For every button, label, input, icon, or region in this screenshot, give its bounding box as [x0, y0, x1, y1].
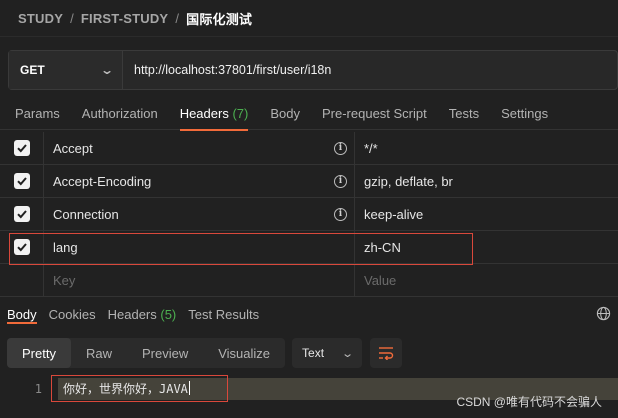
header-value[interactable]: gzip, deflate, br [355, 165, 618, 197]
new-header-value-input[interactable]: Value [355, 264, 618, 296]
header-key[interactable]: lang [53, 240, 78, 255]
check-icon [16, 210, 27, 219]
chevron-down-icon: ⌄ [340, 347, 354, 360]
breadcrumb: STUDY / FIRST-STUDY / 国际化测试 [18, 9, 252, 27]
text-caret [188, 381, 190, 395]
method-select[interactable]: GET ⌄ [9, 51, 123, 89]
header-value[interactable]: */* [355, 132, 618, 164]
wrap-lines-icon [379, 347, 394, 360]
info-icon[interactable]: i [334, 174, 347, 188]
info-icon[interactable]: i [334, 141, 347, 155]
header-value[interactable]: keep-alive [355, 198, 618, 230]
wrap-lines-button[interactable] [370, 338, 403, 368]
breadcrumb-request[interactable]: 国际化测试 [186, 9, 252, 28]
view-raw-button[interactable]: Raw [71, 338, 127, 368]
check-icon [16, 243, 27, 252]
header-value[interactable]: zh-CN [355, 231, 618, 263]
response-view-bar: Pretty Raw Preview Visualize Text ⌄ [7, 338, 403, 368]
tab-settings[interactable]: Settings [490, 98, 559, 130]
line-number: 1 [34, 382, 42, 396]
request-bar: GET ⌄ http://localhost:37801/first/user/… [8, 50, 618, 90]
tab-headers[interactable]: Headers (7) [169, 98, 260, 131]
tab-tests[interactable]: Tests [438, 98, 490, 130]
new-header-key-input[interactable]: Key [44, 264, 355, 296]
table-row: Accept-Encoding i gzip, deflate, br [0, 165, 618, 198]
tab-authorization[interactable]: Authorization [71, 98, 169, 130]
view-preview-button[interactable]: Preview [127, 338, 203, 368]
tab-body[interactable]: Body [259, 98, 311, 130]
check-icon [16, 144, 27, 153]
tab-pre-request-script[interactable]: Pre-request Script [311, 98, 438, 130]
request-tabs: Params Authorization Headers (7) Body Pr… [0, 98, 618, 131]
top-divider [0, 36, 618, 37]
tab-response-cookies[interactable]: Cookies [43, 300, 102, 322]
header-key[interactable]: Connection [53, 207, 119, 222]
globe-icon[interactable] [596, 306, 611, 321]
header-key[interactable]: Accept [53, 141, 93, 156]
chevron-down-icon: ⌄ [99, 63, 115, 77]
tab-test-results[interactable]: Test Results [182, 300, 265, 322]
header-checkbox[interactable] [13, 206, 30, 222]
breadcrumb-separator: / [70, 10, 74, 26]
view-pretty-button[interactable]: Pretty [7, 338, 71, 368]
response-tabs: Body Cookies Headers (5) Test Results [0, 300, 618, 328]
breadcrumb-workspace[interactable]: STUDY [18, 11, 63, 26]
response-headers-count: (5) [160, 307, 177, 322]
header-checkbox[interactable] [13, 239, 30, 255]
table-row: lang zh-CN [0, 231, 618, 264]
headers-table: Accept i */* Accept-Encoding i gzip, defla… [0, 132, 618, 297]
headers-count: (7) [232, 106, 249, 121]
table-row: Accept i */* [0, 132, 618, 165]
check-icon [16, 177, 27, 186]
format-label: Text [302, 346, 325, 360]
header-checkbox[interactable] [13, 173, 30, 189]
tab-params[interactable]: Params [0, 98, 71, 130]
watermark: CSDN @唯有代码不会骗人 [456, 395, 602, 409]
breadcrumb-separator: / [175, 10, 180, 26]
method-label: GET [20, 63, 45, 77]
view-mode-switch: Pretty Raw Preview Visualize [7, 338, 286, 368]
header-checkbox[interactable] [13, 140, 30, 156]
info-icon[interactable]: i [334, 207, 347, 221]
table-row: Connection i keep-alive [0, 198, 618, 231]
header-key[interactable]: Accept-Encoding [53, 174, 151, 189]
tab-response-body[interactable]: Body [0, 300, 43, 324]
format-select[interactable]: Text ⌄ [292, 338, 363, 368]
view-visualize-button[interactable]: Visualize [203, 338, 285, 368]
table-row: Key Value [0, 264, 618, 297]
tab-response-headers[interactable]: Headers (5) [102, 300, 183, 322]
url-input[interactable]: http://localhost:37801/first/user/i18n [123, 51, 617, 89]
breadcrumb-collection[interactable]: FIRST-STUDY [81, 11, 168, 26]
